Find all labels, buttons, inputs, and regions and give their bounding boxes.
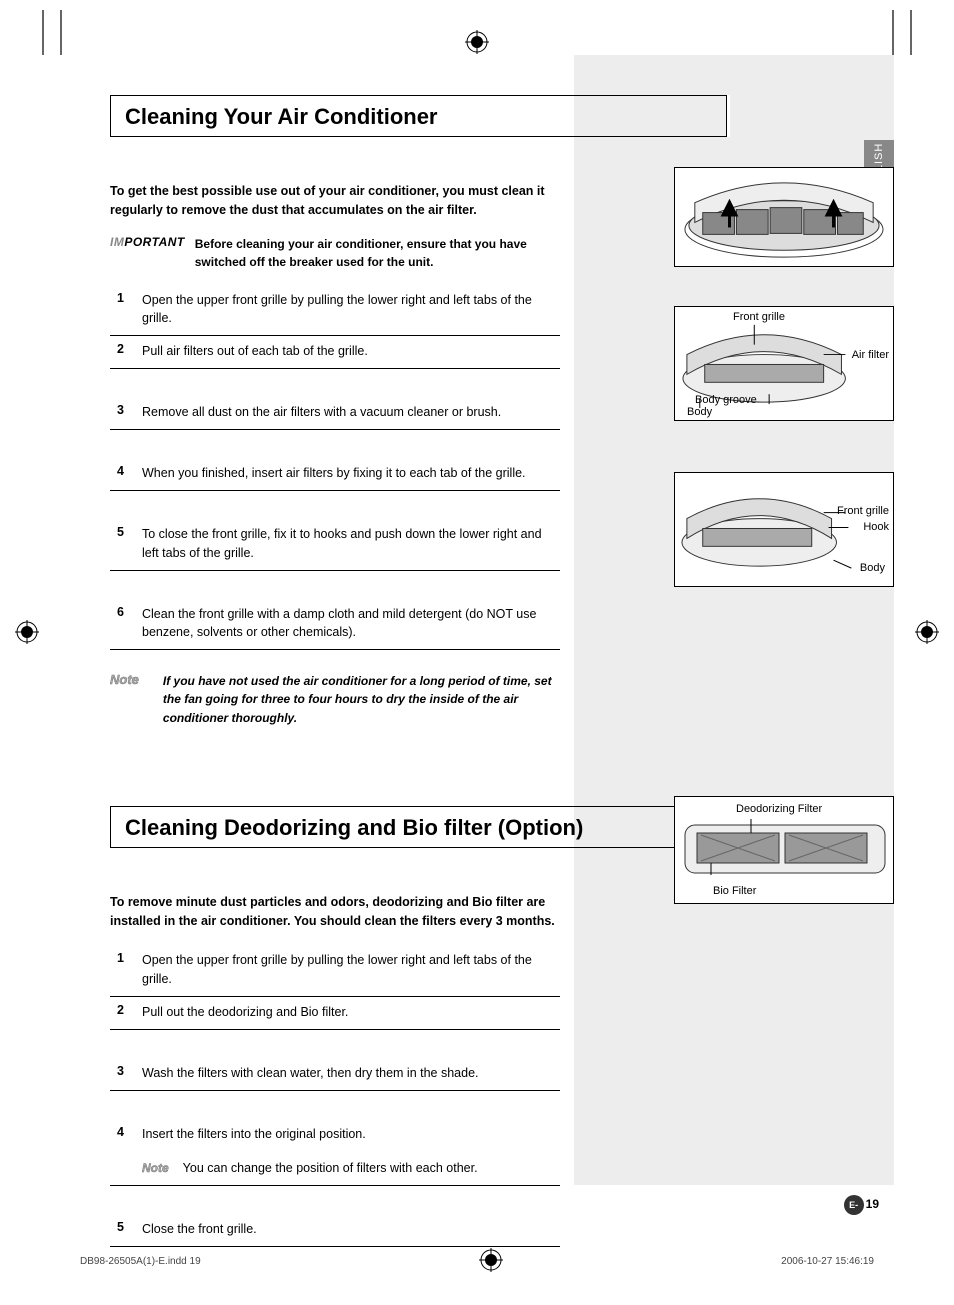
step-number: 2 — [110, 342, 124, 360]
diagram-close-grille: Front grille Hook Body — [674, 472, 894, 587]
page-prefix-badge: E- — [844, 1195, 864, 1215]
step-text: Remove all dust on the air filters with … — [142, 403, 501, 421]
diagram-label: Bio Filter — [713, 885, 887, 897]
step-text: Close the front grille. — [142, 1220, 257, 1238]
diagram-open-grille — [674, 167, 894, 267]
intro-text: To remove minute dust particles and odor… — [110, 893, 570, 932]
footer-timestamp: 2006-10-27 15:46:19 — [781, 1256, 874, 1267]
step-text: Pull air filters out of each tab of the … — [142, 342, 368, 360]
diagram-label: Deodorizing Filter — [736, 803, 887, 815]
note-text: You can change the position of filters w… — [183, 1161, 478, 1175]
section-title: Cleaning Deodorizing and Bio filter (Opt… — [125, 815, 715, 841]
section-title-box: Cleaning Deodorizing and Bio filter (Opt… — [110, 806, 730, 848]
footer: DB98-26505A(1)-E.indd 19 2006-10-27 15:4… — [80, 1248, 874, 1275]
crop-mark — [910, 10, 912, 55]
page-number: E-19 — [844, 1195, 879, 1215]
diagram-label: Body — [687, 406, 712, 418]
step-row: 5 Close the front grille. — [110, 1214, 560, 1247]
registration-mark-icon — [479, 1248, 503, 1275]
intro-text: To get the best possible use out of your… — [110, 182, 570, 221]
step-number: 2 — [110, 1003, 124, 1021]
diagram-label: Hook — [863, 521, 889, 533]
inline-note: Note You can change the position of filt… — [142, 1161, 562, 1175]
step-row: 1 Open the upper front grille by pulling … — [110, 285, 560, 336]
step-row: 5 To close the front grille, fix it to ho… — [110, 519, 560, 570]
step-number: 1 — [110, 951, 124, 987]
step-number: 6 — [110, 605, 124, 641]
note-text: If you have not used the air conditioner… — [163, 672, 570, 728]
step-row: 4 When you finished, insert air filters b… — [110, 458, 560, 491]
diagram-label: Air filter — [852, 349, 889, 361]
section-title-box: Cleaning Your Air Conditioner — [110, 95, 730, 137]
registration-mark-icon — [915, 620, 939, 649]
step-text: Open the upper front grille by pulling t… — [142, 951, 560, 987]
crop-mark — [60, 10, 62, 55]
diagram-label: Body groove — [695, 394, 757, 406]
step-text: Pull out the deodorizing and Bio filter. — [142, 1003, 348, 1021]
step-text: Insert the filters into the original pos… — [142, 1125, 366, 1143]
step-text: Wash the filters with clean water, then … — [142, 1064, 479, 1082]
step-row: 6 Clean the front grille with a damp clot… — [110, 599, 560, 650]
note-label: Note — [110, 672, 139, 728]
step-number: 1 — [110, 291, 124, 327]
step-text: To close the front grille, fix it to hoo… — [142, 525, 560, 561]
registration-mark-icon — [465, 30, 489, 59]
page: ENGLISH Cleaning Your Air Conditioner To… — [0, 0, 954, 1305]
note-label: Note — [142, 1161, 169, 1175]
crop-mark — [42, 10, 44, 55]
step-text: Open the upper front grille by pulling t… — [142, 291, 560, 327]
registration-mark-icon — [15, 620, 39, 649]
footer-filename: DB98-26505A(1)-E.indd 19 — [80, 1256, 201, 1267]
note: Note If you have not used the air condit… — [110, 672, 570, 728]
important-text: Before cleaning your air conditioner, en… — [195, 235, 570, 271]
diagram-label: Body — [860, 562, 885, 574]
section-title: Cleaning Your Air Conditioner — [125, 104, 715, 130]
diagram-label: Front grille — [733, 311, 785, 323]
step-row: 1 Open the upper front grille by pulling … — [110, 945, 560, 996]
step-number: 4 — [110, 464, 124, 482]
step-number: 5 — [110, 1220, 124, 1238]
diagram-parts: Front grille Air filter Body groove Body — [674, 306, 894, 421]
step-row: 4 Insert the filters into the original po… — [110, 1119, 560, 1151]
step-number: 4 — [110, 1125, 124, 1143]
page-number-value: 19 — [866, 1197, 879, 1211]
step-row: 2 Pull out the deodorizing and Bio filter… — [110, 997, 560, 1030]
step-number: 3 — [110, 1064, 124, 1082]
diagram-label: Front grille — [837, 505, 889, 517]
diagram-filters: Deodorizing Filter Bio Filter — [674, 796, 894, 904]
step-number: 3 — [110, 403, 124, 421]
content: Cleaning Your Air Conditioner To get the… — [110, 95, 890, 1247]
step-text: When you finished, insert air filters by… — [142, 464, 526, 482]
important-note: IMPORTANT Before cleaning your air condi… — [110, 235, 570, 271]
step-row: 2 Pull air filters out of each tab of the… — [110, 336, 560, 369]
step-number: 5 — [110, 525, 124, 561]
crop-mark — [892, 10, 894, 55]
step-text: Clean the front grille with a damp cloth… — [142, 605, 560, 641]
step-row: 3 Wash the filters with clean water, then… — [110, 1058, 560, 1091]
step-row: 3 Remove all dust on the air filters with… — [110, 397, 560, 430]
important-label: IMPORTANT — [110, 235, 185, 271]
